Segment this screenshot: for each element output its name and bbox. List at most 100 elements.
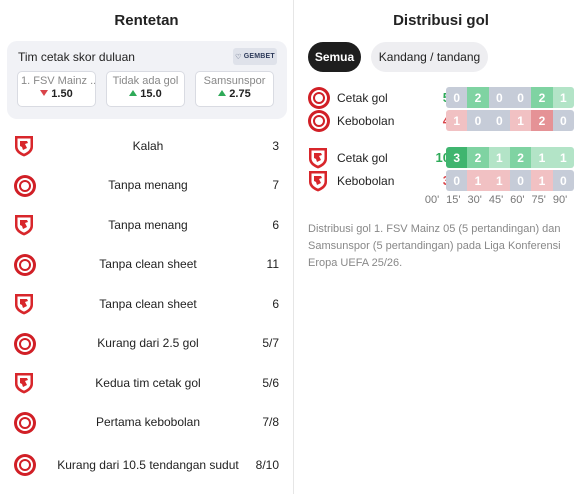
streak-value: 5/7 — [262, 336, 279, 350]
odd-option-label: 1. FSV Mainz ... — [21, 75, 95, 87]
interval-cells: 020021 — [446, 87, 574, 108]
streak-label: Tanpa menang — [108, 217, 188, 232]
minute-tick: 00' — [424, 194, 440, 206]
interval-cell: 2 — [531, 110, 553, 131]
streak-label: Kurang dari 2.5 gol — [97, 336, 199, 350]
interval-cell: 1 — [488, 170, 510, 191]
streak-value: 8/10 — [255, 457, 279, 472]
streak-value: 5/6 — [262, 375, 279, 390]
arrow-up-icon — [218, 90, 227, 96]
odd-option-home[interactable]: 1. FSV Mainz ... 1.50 — [17, 71, 96, 107]
mainz-crest-icon — [14, 454, 36, 476]
minute-tick: 15' — [446, 194, 461, 206]
streaks-panel: Rentetan Tim cetak skor duluan ♡ GEMBET … — [0, 0, 293, 494]
mainz-crest-icon — [308, 87, 330, 109]
streak-label: Kalah — [132, 138, 164, 153]
goals-scored-row: Cetak gol5020021 — [308, 87, 574, 109]
interval-cell: 0 — [446, 170, 468, 191]
streak-row: Pertama kebobolan 7/8 — [0, 403, 293, 442]
interval-cell: 1 — [552, 87, 574, 108]
interval-cells: 011010 — [446, 170, 574, 191]
interval-cell: 0 — [509, 170, 532, 191]
streak-row: Tanpa menang 6 — [0, 205, 293, 244]
minute-tick: 30' — [467, 194, 482, 206]
goal-distribution-panel: Distribusi gol Semua Kandang / tandang C… — [294, 0, 588, 494]
odd-option-no-goal[interactable]: Tidak ada gol 15.0 — [106, 71, 185, 107]
goals-conceded-row: Kebobolan4100120 — [308, 110, 574, 132]
interval-cell: 0 — [552, 170, 574, 191]
mainz-crest-icon — [308, 110, 330, 132]
streak-label: Tanpa menang — [108, 178, 188, 192]
samsunspor-crest-icon — [308, 170, 328, 195]
streak-row: Kalah 3 — [0, 126, 293, 165]
row-label: Cetak gol — [337, 151, 388, 165]
interval-cell: 2 — [531, 87, 553, 108]
streak-row: Kurang dari 2.5 gol 5/7 — [0, 324, 293, 363]
interval-cell: 3 — [446, 147, 468, 168]
odd-option-value: 15.0 — [107, 88, 184, 100]
row-label: Kebobolan — [337, 174, 395, 188]
streak-value: 11 — [266, 257, 279, 271]
streak-value: 7/8 — [262, 415, 279, 429]
samsunspor-crest-icon — [14, 372, 34, 397]
odd-option-value: 2.75 — [196, 88, 273, 100]
streaks-title: Rentetan — [114, 12, 179, 29]
streak-row: Tanpa menang 7 — [0, 166, 293, 205]
samsunspor-crest-icon — [14, 135, 34, 160]
interval-cell: 1 — [488, 147, 510, 168]
odd-option-label: Samsunspor — [203, 75, 266, 87]
interval-cell: 0 — [509, 87, 532, 108]
streak-row: Kedua tim cetak gol 5/6 — [0, 363, 293, 402]
samsunspor-crest-icon — [308, 147, 328, 172]
interval-cell: 2 — [509, 147, 532, 168]
streak-value: 3 — [272, 138, 279, 153]
goals-conceded-row: Kebobolan3011010 — [308, 170, 574, 192]
streak-row: Tanpa clean sheet 6 — [0, 284, 293, 323]
mainz-crest-icon — [14, 253, 36, 276]
interval-cell: 2 — [467, 147, 489, 168]
row-label: Kebobolan — [337, 114, 395, 128]
streak-label: Tanpa clean sheet — [99, 257, 197, 271]
interval-cells: 321211 — [446, 147, 574, 168]
interval-cell: 1 — [552, 147, 574, 168]
row-label: Cetak gol — [337, 91, 388, 105]
arrow-down-icon — [40, 90, 49, 96]
minute-tick: 75' — [531, 194, 546, 206]
minute-tick: 45' — [488, 194, 504, 206]
interval-cell: 1 — [531, 147, 553, 168]
samsunspor-crest-icon — [14, 214, 34, 239]
minute-tick: 60' — [510, 194, 525, 206]
streak-label: Pertama kebobolan — [95, 415, 201, 429]
interval-cell: 1 — [467, 170, 489, 191]
interval-cell: 0 — [446, 87, 468, 108]
streak-row: Tanpa clean sheet 11 — [0, 245, 293, 284]
odd-option-away[interactable]: Samsunspor 2.75 — [195, 71, 274, 107]
streak-row: Kurang dari 10.5 tendangan sudut 8/10 — [0, 445, 293, 484]
minute-tick: 90' — [552, 194, 568, 206]
streak-value: 6 — [272, 296, 279, 311]
mainz-crest-icon — [14, 332, 36, 355]
interval-cells: 100120 — [446, 110, 574, 131]
goal-distribution-description: Distribusi gol 1. FSV Mainz 05 (5 pertan… — [308, 223, 561, 269]
goals-scored-row: Cetak gol 10 3 2 1 2 1 1 — [308, 147, 574, 169]
tab-home-away[interactable]: Kandang / tandang — [371, 42, 488, 72]
bookmaker-logo[interactable]: ♡ GEMBET — [233, 48, 277, 65]
tab-all[interactable]: Semua — [308, 42, 361, 72]
minute-axis: 00' 15' 30' 45' 60' 75' 90' — [425, 194, 572, 208]
interval-cell: 0 — [467, 110, 489, 131]
interval-cell: 1 — [509, 110, 532, 131]
streak-label: Kurang dari 10.5 tendangan sudut — [57, 457, 239, 472]
mainz-crest-icon — [14, 174, 36, 197]
odd-option-label: Tidak ada gol — [112, 75, 179, 87]
streak-value: 6 — [272, 217, 279, 232]
interval-cell: 1 — [531, 170, 553, 191]
samsunspor-crest-icon — [14, 293, 34, 318]
streak-label: Tanpa clean sheet — [99, 296, 197, 311]
mainz-crest-icon — [14, 411, 36, 434]
odds-title: Tim cetak skor duluan — [18, 50, 135, 64]
odd-option-value: 1.50 — [18, 88, 95, 100]
goal-distribution-title: Distribusi gol — [393, 12, 489, 29]
interval-cell: 0 — [488, 110, 510, 131]
arrow-up-icon — [129, 90, 138, 96]
interval-cell: 0 — [488, 87, 510, 108]
